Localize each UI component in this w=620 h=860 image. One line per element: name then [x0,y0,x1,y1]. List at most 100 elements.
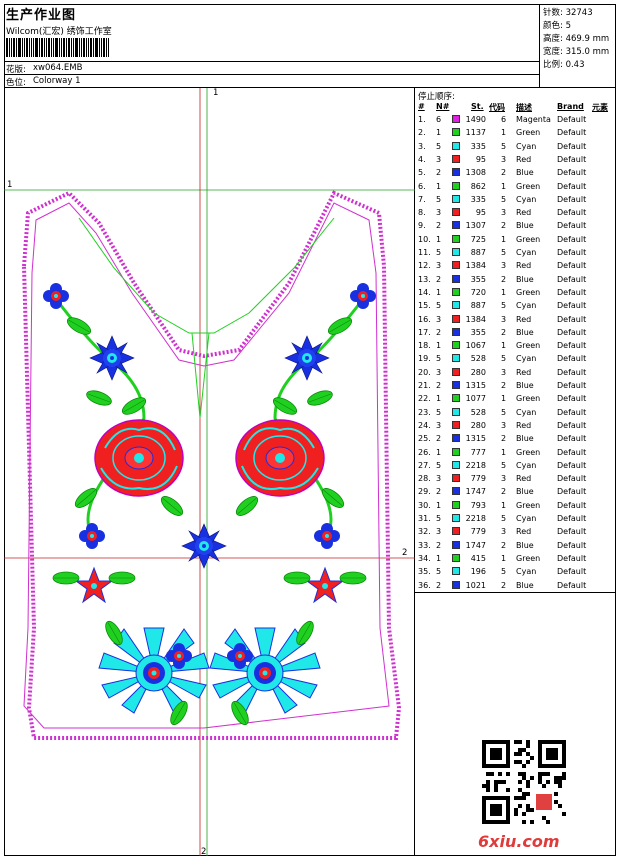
color-count: 颜色: 5 [543,21,571,31]
row-stitches: 335 [470,194,486,204]
color-swatch [452,407,460,416]
watermark: 6xiu.com [478,832,560,851]
row-code: 3 [501,208,507,218]
color-swatch [452,248,460,256]
row-desc: Cyan [516,301,537,311]
row-code: 3 [501,154,507,164]
embroidery-preview [4,88,415,856]
color-swatch [452,460,460,469]
color-swatch [452,154,460,163]
table-row: 25. 2 1315 2 Blue Default [418,434,614,447]
color-swatch [452,527,460,536]
color-swatch [452,128,460,137]
row-num: 25. [418,434,431,444]
row-desc: Green [516,341,541,351]
barcode [6,38,118,57]
design-canvas: 1 1 2 2 [4,88,415,857]
row-code: 3 [501,367,507,377]
row-needle: 5 [436,194,442,204]
row-code: 1 [501,500,507,510]
row-brand: Default [557,553,587,563]
row-stitches: 1137 [465,128,486,138]
row-needle: 1 [436,181,442,191]
col-brand: Brand [557,102,584,111]
row-code: 1 [501,181,507,191]
table-row: 28. 3 779 3 Red Default [418,474,614,487]
row-brand: Default [557,154,587,164]
row-code: 1 [501,341,507,351]
row-brand: Default [557,420,587,430]
row-stitches: 777 [470,447,486,457]
table-row: 23. 5 528 5 Cyan Default [418,407,614,421]
row-num: 1. [418,115,426,124]
row-num: 29. [418,487,431,497]
row-needle: 3 [436,261,442,271]
table-row: 1. 6 1490 6 Magenta Default [418,115,614,128]
row-needle: 5 [436,460,442,470]
color-swatch [452,261,460,270]
row-brand: Default [557,181,587,191]
row-num: 19. [418,354,431,364]
row-needle: 5 [436,301,442,311]
row-brand: Default [557,287,587,297]
table-row: 13. 2 355 2 Blue Default [418,274,614,288]
row-brand: Default [557,434,587,444]
row-brand: Default [557,367,587,377]
table-row: 16. 3 1384 3 Red Default [418,314,614,328]
col-code: 代码 [489,103,505,112]
color-swatch [452,341,460,350]
row-code: 1 [501,234,507,244]
row-code: 1 [501,128,507,138]
row-desc: Cyan [516,460,537,470]
table-row: 14. 1 720 1 Green Default [418,287,614,301]
table-row: 29. 2 1747 2 Blue Default [418,487,614,500]
color-swatch [452,514,460,522]
row-stitches: 528 [470,354,486,364]
row-stitches: 1021 [465,580,486,590]
row-desc: Blue [516,168,534,178]
color-swatch [452,287,460,296]
row-brand: Default [557,460,587,470]
row-needle: 2 [436,327,442,337]
row-stitches: 779 [470,527,486,537]
row-code: 3 [501,420,507,430]
row-needle: 3 [436,367,442,377]
row-needle: 1 [436,447,442,457]
table-row: 15. 5 887 5 Cyan Default [418,301,614,314]
table-row: 10. 1 725 1 Green Default [418,234,614,248]
row-needle: 1 [436,287,442,297]
row-desc: Blue [516,487,534,497]
color-swatch [452,181,460,190]
row-desc: Cyan [516,248,537,257]
table-row: 24. 3 280 3 Red Default [418,420,614,434]
color-swatch [452,500,460,509]
table-row: 33. 2 1747 2 Blue Default [418,540,614,554]
row-code: 5 [501,460,507,470]
row-brand: Default [557,394,587,404]
color-swatch [452,274,460,283]
row-desc: Blue [516,274,534,284]
col-needle: N# [436,102,450,111]
row-num: 30. [418,500,431,510]
row-stitches: 887 [470,248,486,257]
table-row: 7. 5 335 5 Cyan Default [418,194,614,208]
row-desc: Green [516,287,541,297]
row-code: 5 [501,194,507,204]
row-desc: Red [516,314,532,324]
row-brand: Default [557,514,587,523]
row-brand: Default [557,567,587,577]
row-needle: 2 [436,221,442,231]
row-needle: 5 [436,407,442,417]
row-brand: Default [557,407,587,417]
row-needle: 3 [436,527,442,537]
row-brand: Default [557,234,587,244]
row-desc: Blue [516,221,534,231]
row-stitches: 335 [470,141,486,151]
row-stitches: 725 [470,234,486,244]
design-scale: 比例: 0.43 [543,60,585,70]
row-code: 3 [501,527,507,537]
row-num: 9. [418,221,426,231]
row-brand: Default [557,381,587,390]
color-swatch [452,314,460,323]
col-stitches: St. [471,102,484,111]
